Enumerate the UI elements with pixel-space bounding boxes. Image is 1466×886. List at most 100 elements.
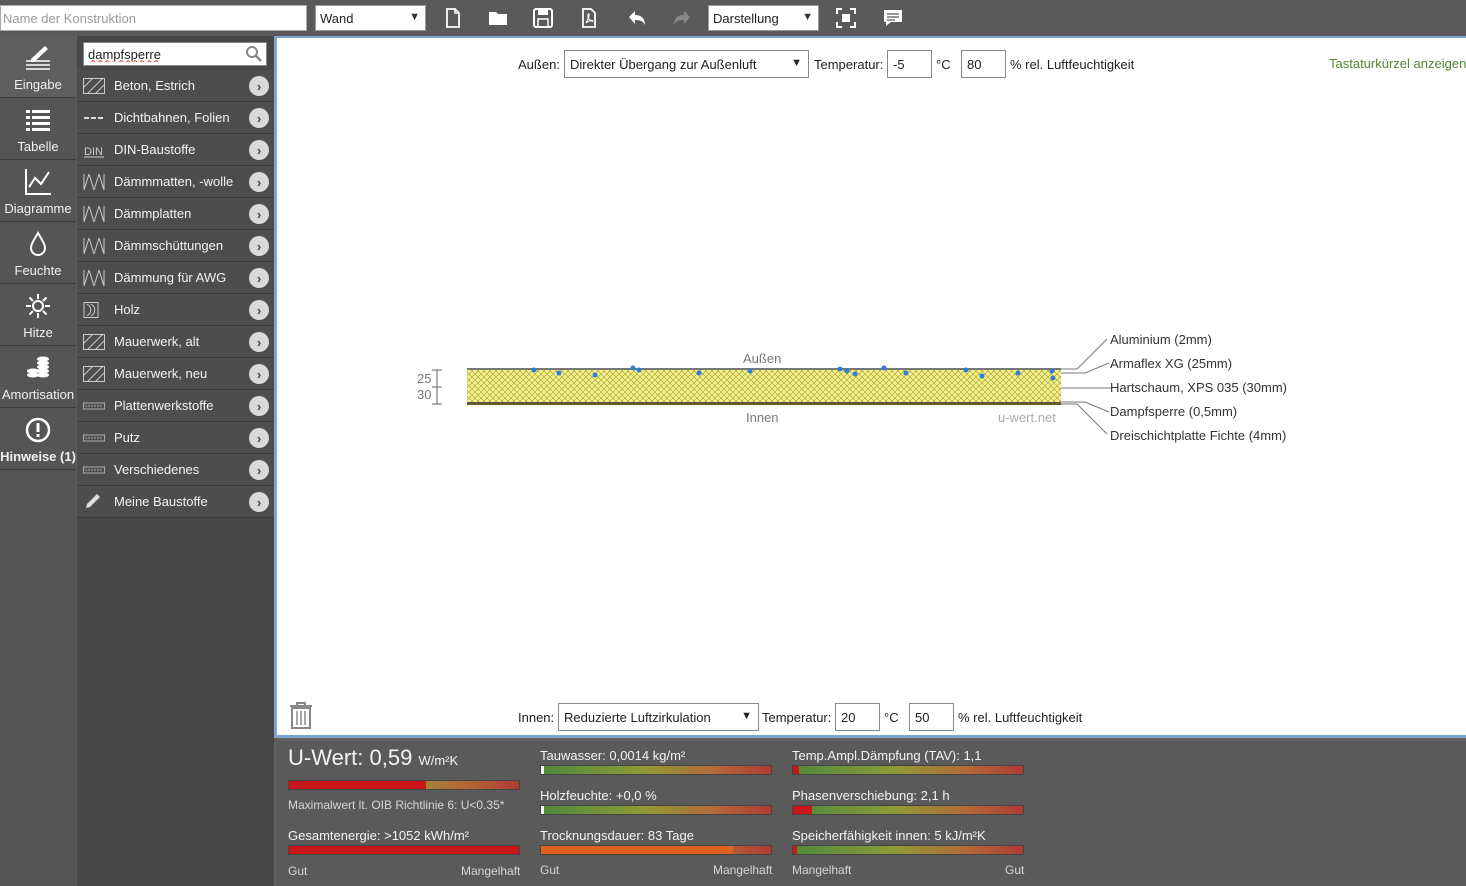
chevron-right-icon[interactable]: › — [249, 364, 269, 384]
chevron-right-icon[interactable]: › — [249, 460, 269, 480]
inside-temp-input[interactable]: 20 — [835, 703, 880, 731]
chevron-down-icon: ▼ — [409, 11, 420, 23]
layer-aluminium[interactable] — [467, 368, 1061, 370]
material-category-item[interactable]: Mauerwerk, neu › — [77, 358, 274, 390]
material-list: Beton, Estrich›Dichtbahnen, Folien›DINDI… — [77, 36, 274, 886]
uwert-unit: W/m²K — [418, 753, 459, 768]
construction-type-select[interactable]: Wand ▼ — [315, 5, 426, 31]
chevron-right-icon[interactable]: › — [249, 428, 269, 448]
fullscreen-icon[interactable] — [833, 5, 859, 31]
trocknung-label[interactable]: Trocknungsdauer: 83 Tage — [540, 828, 694, 843]
material-category-label: Mauerwerk, neu — [114, 366, 208, 381]
material-category-item[interactable]: Beton, Estrich › — [77, 70, 274, 102]
insulation-icon — [83, 172, 105, 192]
speicher-bar-fill — [793, 846, 797, 854]
layer-label: Dreischichtplatte Fichte (4mm) — [1110, 428, 1287, 443]
pencil-layers-icon — [0, 42, 76, 74]
uwert-display[interactable]: U-Wert: 0,59 W/m²K — [288, 745, 458, 771]
material-category-item[interactable]: Mauerwerk, alt › — [77, 326, 274, 358]
speicher-label[interactable]: Speicherfähigkeit innen: 5 kJ/m²K — [792, 828, 986, 843]
trash-icon[interactable] — [287, 700, 315, 730]
chevron-right-icon[interactable]: › — [249, 140, 269, 160]
watermark: u-wert.net — [998, 410, 1056, 425]
outside-side-label: Außen — [743, 351, 782, 366]
nav-label: Feuchte — [14, 263, 62, 278]
chevron-right-icon[interactable]: › — [249, 76, 269, 96]
layer-dampfsperre[interactable] — [467, 402, 1061, 403]
tauwasser-label[interactable]: Tauwasser: 0,0014 kg/m² — [540, 748, 685, 763]
tav-bar — [792, 765, 1024, 775]
chevron-right-icon[interactable]: › — [249, 204, 269, 224]
tauwasser-bar-marker — [541, 766, 544, 774]
chevron-right-icon[interactable]: › — [249, 332, 269, 352]
chevron-down-icon: ▼ — [741, 710, 752, 722]
chevron-right-icon[interactable]: › — [249, 172, 269, 192]
chevron-right-icon[interactable]: › — [249, 268, 269, 288]
material-category-item[interactable]: Dämmplatten › — [77, 198, 274, 230]
material-category-item[interactable]: DIN DIN-Baustoffe › — [77, 134, 274, 166]
material-category-label: Dämmung für AWG — [114, 270, 227, 285]
left-navigation: Eingabe Tabelle Diagramme Feuchte Hitze … — [0, 36, 76, 886]
redo-icon[interactable] — [669, 5, 695, 31]
nav-hitze[interactable]: Hitze — [0, 284, 76, 346]
search-icon[interactable] — [245, 45, 263, 63]
nav-hinweise[interactable]: Hinweise (1) — [0, 408, 76, 470]
nav-amortisation[interactable]: Amortisation — [0, 346, 76, 408]
view-select[interactable]: Darstellung ▼ — [708, 5, 819, 31]
layer-xps[interactable] — [467, 387, 1061, 402]
material-category-item[interactable]: Dämmschüttungen › — [77, 230, 274, 262]
material-category-item[interactable]: Dämmmatten, -wolle › — [77, 166, 274, 198]
insulation-icon — [83, 204, 105, 224]
layer-label: Hartschaum, XPS 035 (30mm) — [1110, 380, 1288, 395]
scale-left-label: Gut — [540, 863, 560, 877]
material-category-label: Dämmmatten, -wolle — [114, 174, 234, 189]
phasen-label[interactable]: Phasenverschiebung: 2,1 h — [792, 788, 950, 803]
material-category-item[interactable]: Verschiedenes › — [77, 454, 274, 486]
tauwasser-bar — [540, 765, 772, 775]
din-icon: DIN — [83, 142, 105, 158]
layer-fichte[interactable] — [467, 403, 1061, 405]
inside-temp-unit: °C — [884, 710, 899, 725]
layer-label: Armaflex XG (25mm) — [1110, 356, 1233, 371]
material-category-label: Holz — [114, 302, 141, 317]
chevron-right-icon[interactable]: › — [249, 492, 269, 512]
tav-label[interactable]: Temp.Ampl.Dämpfung (TAV): 1,1 — [792, 748, 982, 763]
nav-feuchte[interactable]: Feuchte — [0, 222, 76, 284]
energy-label[interactable]: Gesamtenergie: >1052 kWh/m² — [288, 828, 469, 843]
holzfeuchte-label[interactable]: Holzfeuchte: +0,0 % — [540, 788, 657, 803]
nav-label: Tabelle — [17, 139, 59, 154]
material-category-item[interactable]: Dichtbahnen, Folien › — [77, 102, 274, 134]
undo-icon[interactable] — [624, 5, 650, 31]
material-category-item[interactable]: Putz › — [77, 422, 274, 454]
inside-temp-value: 20 — [841, 710, 856, 725]
material-category-item[interactable]: Dämmung für AWG › — [77, 262, 274, 294]
layer-label: Dampfsperre (0,5mm) — [1110, 404, 1238, 419]
dimension-bottom-label: 30 — [417, 387, 432, 402]
material-category-item[interactable]: Meine Baustoffe › — [77, 486, 274, 518]
table-icon — [0, 104, 76, 136]
material-category-item[interactable]: Plattenwerkstoffe › — [77, 390, 274, 422]
chevron-right-icon[interactable]: › — [249, 300, 269, 320]
layer-armaflex[interactable] — [467, 370, 1061, 387]
inside-humidity-input[interactable]: 50 — [909, 703, 954, 731]
results-panel: U-Wert: 0,59 W/m²K Maximalwert lt. OIB R… — [277, 741, 1466, 886]
speicher-bar — [792, 845, 1024, 855]
save-icon[interactable] — [530, 5, 556, 31]
dimension-top-label: 25 — [417, 371, 432, 386]
nav-eingabe[interactable]: Eingabe — [0, 36, 76, 98]
chevron-right-icon[interactable]: › — [249, 396, 269, 416]
hatch-icon — [82, 77, 106, 95]
open-folder-icon[interactable] — [485, 5, 511, 31]
construction-name-input[interactable] — [0, 5, 307, 31]
material-category-item[interactable]: Holz › — [77, 294, 274, 326]
pdf-icon[interactable] — [576, 5, 602, 31]
feedback-icon[interactable] — [880, 5, 906, 31]
nav-label: Eingabe — [14, 77, 62, 92]
nav-diagramme[interactable]: Diagramme — [0, 160, 76, 222]
nav-tabelle[interactable]: Tabelle — [0, 98, 76, 160]
new-file-icon[interactable] — [440, 5, 466, 31]
inside-condition-select[interactable]: Reduzierte Luftzirkulation ▼ — [558, 703, 759, 731]
material-search-input[interactable] — [84, 43, 234, 65]
chevron-right-icon[interactable]: › — [249, 108, 269, 128]
chevron-right-icon[interactable]: › — [249, 236, 269, 256]
